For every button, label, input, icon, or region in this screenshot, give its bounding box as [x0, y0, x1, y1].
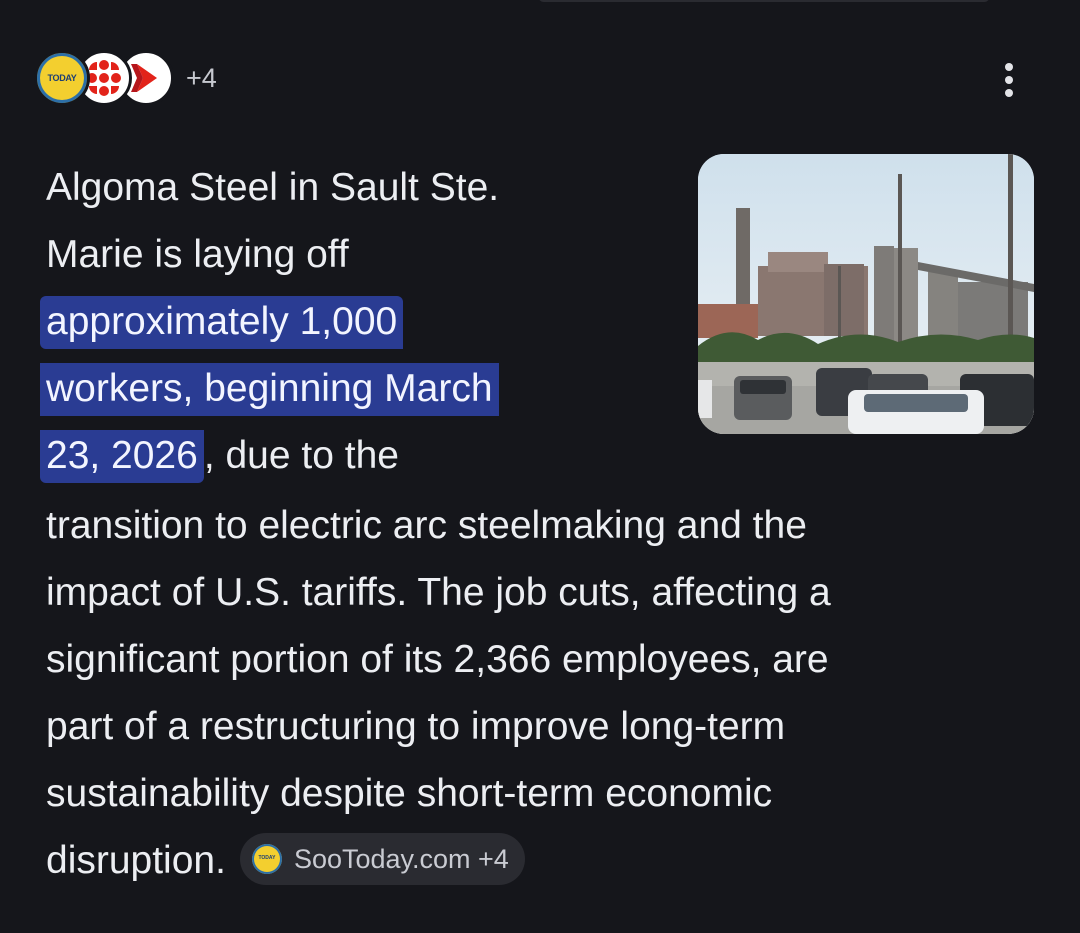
- highlighted-text[interactable]: workers, beginning March: [40, 363, 499, 416]
- paragraph-line: Algoma Steel in Sault Ste.: [46, 166, 500, 209]
- steel-plant-thumbnail[interactable]: [698, 154, 1034, 434]
- paragraph-line: part of a restructuring to improve long-…: [46, 705, 786, 748]
- paragraph-last-line: disruption. TODAY SooToday.com +4: [46, 827, 1006, 894]
- sootoday-chip-icon: TODAY: [251, 843, 282, 874]
- paragraph-line: sustainability despite short-term econom…: [46, 772, 773, 815]
- sootoday-logo-text: TODAY: [47, 73, 77, 83]
- more-vert-icon[interactable]: [990, 58, 1028, 102]
- paragraph-line: impact of U.S. tariffs. The job cuts, af…: [46, 571, 831, 614]
- paragraph-line: transition to electric arc steelmaking a…: [46, 504, 807, 547]
- highlighted-text[interactable]: 23, 2026: [40, 430, 204, 483]
- source-logos-row[interactable]: TODAY +4: [34, 48, 217, 108]
- paragraph-line: significant portion of its 2,366 employe…: [46, 638, 829, 681]
- citation-chip-label: SooToday.com +4: [293, 843, 509, 874]
- sheet-drag-handle[interactable]: [538, 0, 990, 2]
- paragraph-text: disruption.: [46, 839, 226, 882]
- citation-chip[interactable]: TODAY SooToday.com +4: [239, 832, 525, 885]
- sootoday-logo-icon: TODAY: [34, 50, 90, 106]
- highlighted-line[interactable]: 23, 2026, due to the: [40, 422, 676, 489]
- paragraph-line: Marie is laying off: [46, 233, 349, 276]
- highlighted-line[interactable]: approximately 1,000: [40, 288, 676, 355]
- more-sources-count[interactable]: +4: [186, 63, 217, 94]
- highlighted-line[interactable]: workers, beginning March: [40, 355, 676, 422]
- chip-logo-text: TODAY: [258, 855, 276, 862]
- paragraph-text: , due to the: [203, 434, 399, 477]
- highlighted-text[interactable]: approximately 1,000: [40, 296, 404, 349]
- steel-plant-photo-icon: [698, 154, 1034, 434]
- overview-paragraph-top: Algoma Steel in Sault Ste. Marie is layi…: [40, 154, 676, 489]
- overview-paragraph-body: transition to electric arc steelmaking a…: [46, 492, 1006, 894]
